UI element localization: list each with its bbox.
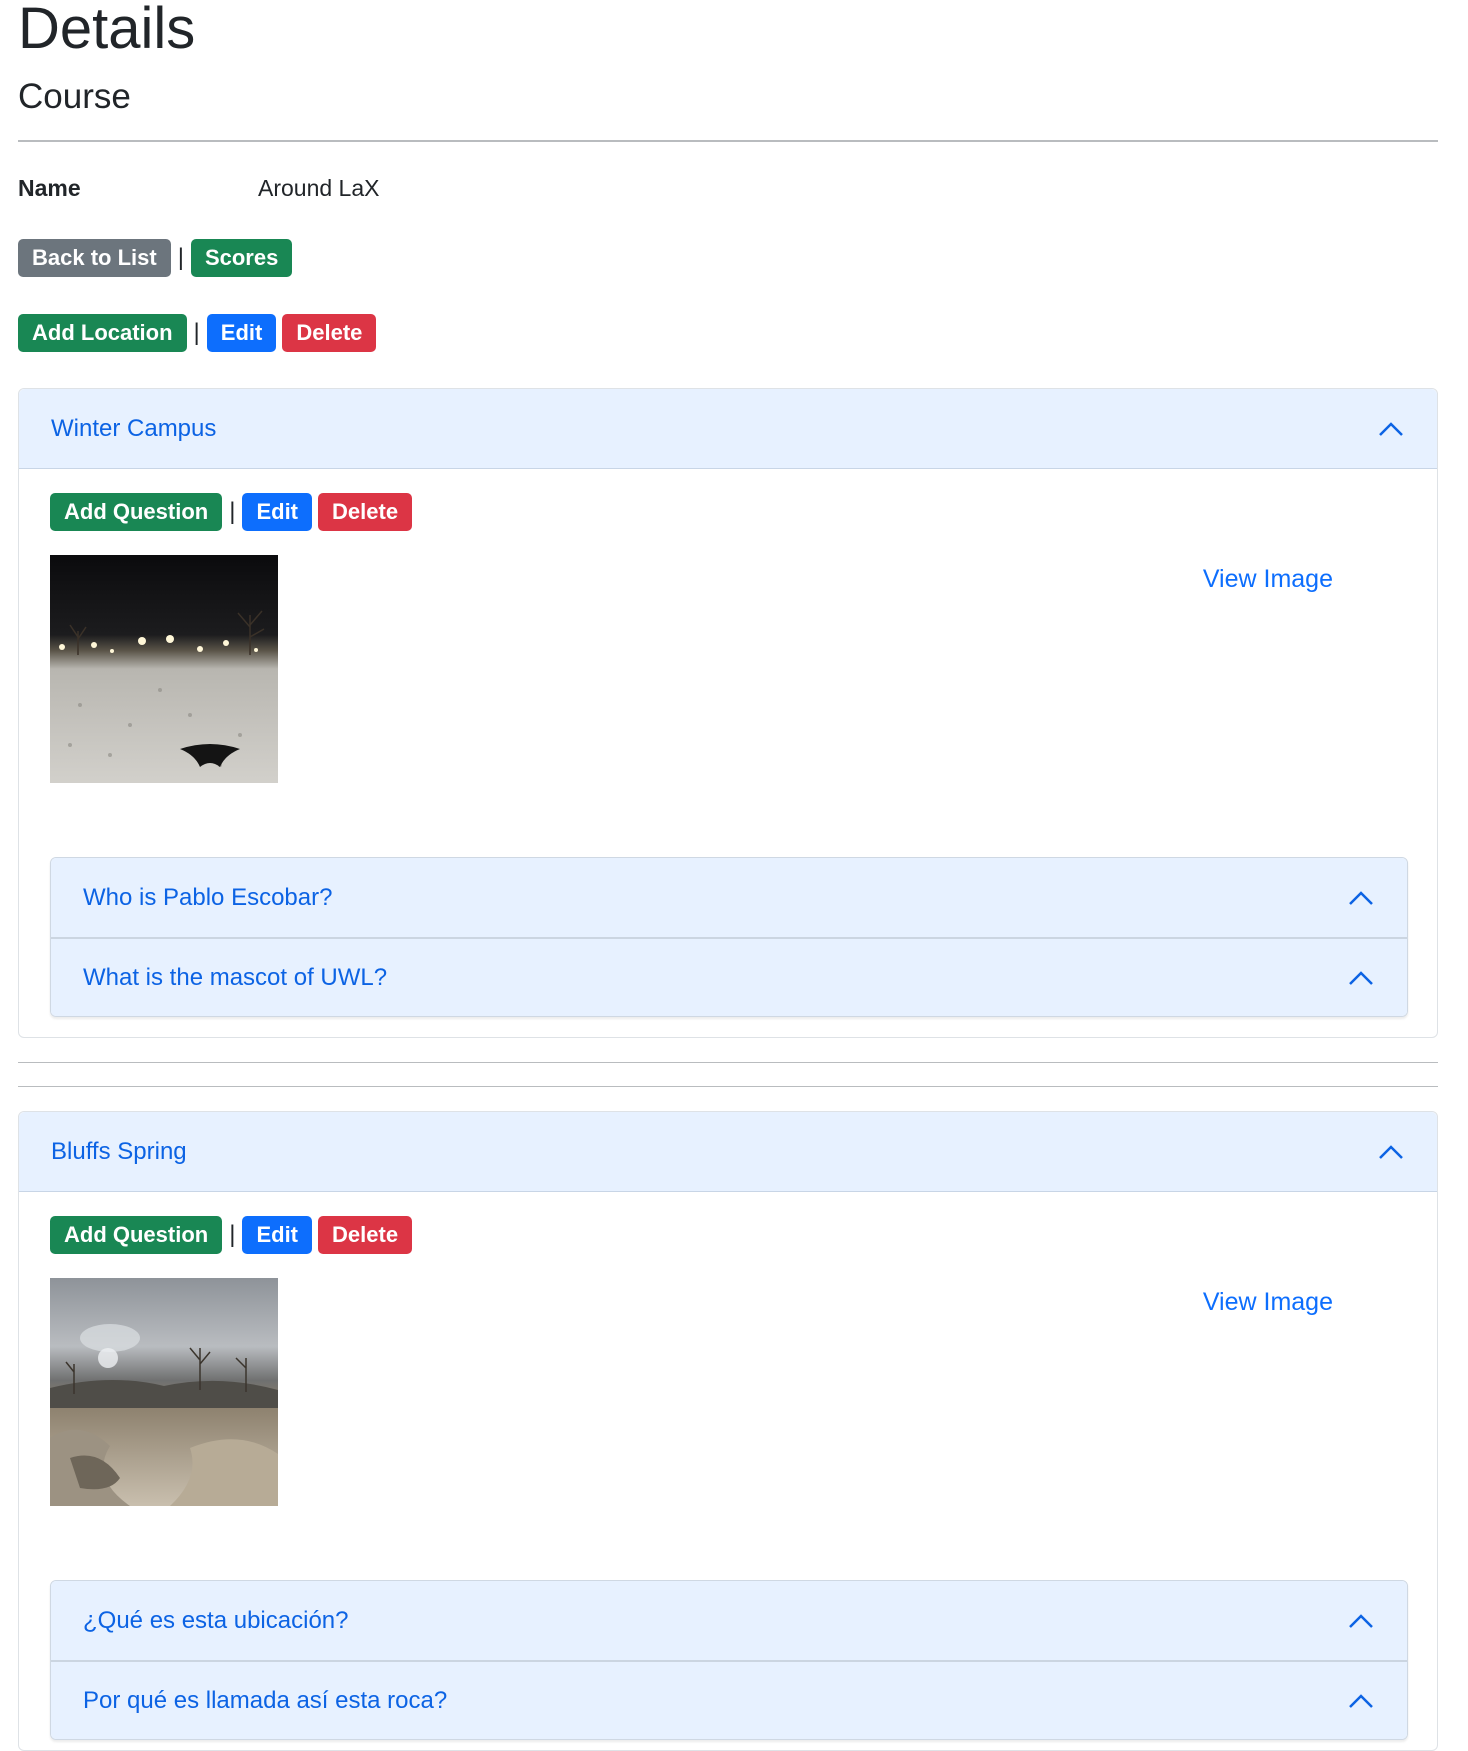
delete-location-button[interactable]: Delete — [318, 1216, 413, 1254]
question-text: ¿Qué es esta ubicación? — [83, 1606, 349, 1634]
edit-location-button[interactable]: Edit — [242, 493, 313, 531]
separator: | — [193, 319, 200, 346]
location-header[interactable]: Winter Campus — [19, 389, 1437, 469]
view-image-link[interactable]: View Image — [1203, 565, 1333, 594]
question-item[interactable]: What is the mascot of UWL? — [51, 937, 1407, 1016]
divider — [18, 140, 1438, 142]
question-list: ¿Qué es esta ubicación? Por qué es llama… — [50, 1580, 1408, 1740]
chevron-up-icon — [1379, 1144, 1403, 1159]
course-actions: Add Location | Edit Delete — [18, 314, 377, 352]
add-question-button[interactable]: Add Question — [50, 1216, 223, 1254]
page-subtitle: Course — [18, 77, 131, 116]
divider — [18, 1062, 1438, 1063]
question-text: Who is Pablo Escobar? — [83, 883, 333, 911]
separator: | — [229, 498, 236, 525]
back-to-list-button[interactable]: Back to List — [18, 239, 171, 277]
add-question-button[interactable]: Add Question — [50, 493, 223, 531]
course-name-row: Name Around LaX — [18, 170, 379, 206]
chevron-up-icon — [1379, 421, 1403, 436]
name-label: Name — [18, 174, 81, 201]
question-item[interactable]: ¿Qué es esta ubicación? — [51, 1581, 1407, 1660]
chevron-up-icon — [1349, 890, 1373, 905]
question-list: Who is Pablo Escobar? What is the mascot… — [50, 857, 1408, 1017]
edit-course-button[interactable]: Edit — [206, 314, 277, 352]
view-image-link[interactable]: View Image — [1203, 1288, 1333, 1317]
chevron-up-icon — [1349, 970, 1373, 985]
location-accordion-bluffs-spring: Bluffs Spring Add Question | Edit Delete — [18, 1111, 1438, 1751]
location-thumbnail[interactable] — [50, 1278, 278, 1506]
location-header[interactable]: Bluffs Spring — [19, 1112, 1437, 1192]
delete-location-button[interactable]: Delete — [318, 493, 413, 531]
location-accordion-winter-campus: Winter Campus Add Question | Edit Delete — [18, 388, 1438, 1038]
location-title: Winter Campus — [51, 414, 217, 442]
location-thumbnail[interactable] — [50, 555, 278, 783]
location-actions: Add Question | Edit Delete — [50, 1216, 413, 1254]
delete-course-button[interactable]: Delete — [282, 314, 377, 352]
question-item[interactable]: Por qué es llamada así esta roca? — [51, 1660, 1407, 1739]
edit-location-button[interactable]: Edit — [242, 1216, 313, 1254]
chevron-up-icon — [1349, 1693, 1373, 1708]
location-title: Bluffs Spring — [51, 1137, 187, 1165]
page-title: Details — [18, 0, 196, 61]
chevron-up-icon — [1349, 1613, 1373, 1628]
separator: | — [177, 244, 184, 271]
add-location-button[interactable]: Add Location — [18, 314, 187, 352]
question-text: What is the mascot of UWL? — [83, 963, 388, 991]
question-item[interactable]: Who is Pablo Escobar? — [51, 858, 1407, 937]
question-text: Por qué es llamada así esta roca? — [83, 1686, 448, 1714]
nav-buttons: Back to List | Scores — [18, 239, 293, 277]
separator: | — [229, 1221, 236, 1248]
scores-button[interactable]: Scores — [190, 239, 293, 277]
name-value: Around LaX — [258, 174, 380, 201]
location-actions: Add Question | Edit Delete — [50, 493, 413, 531]
divider — [18, 1086, 1438, 1087]
